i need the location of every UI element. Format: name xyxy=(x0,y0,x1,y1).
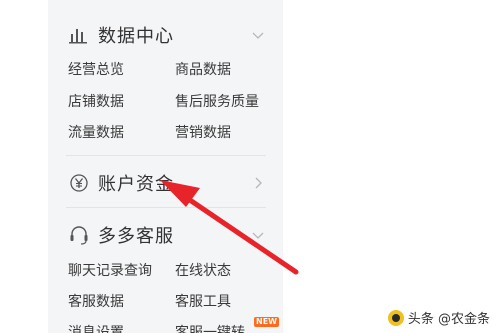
annotation-arrow-icon xyxy=(160,180,299,275)
watermark-logo-icon xyxy=(387,309,404,326)
watermark-text: 头条 @农金条 xyxy=(407,312,490,327)
watermark: 头条 @农金条 xyxy=(387,308,490,327)
